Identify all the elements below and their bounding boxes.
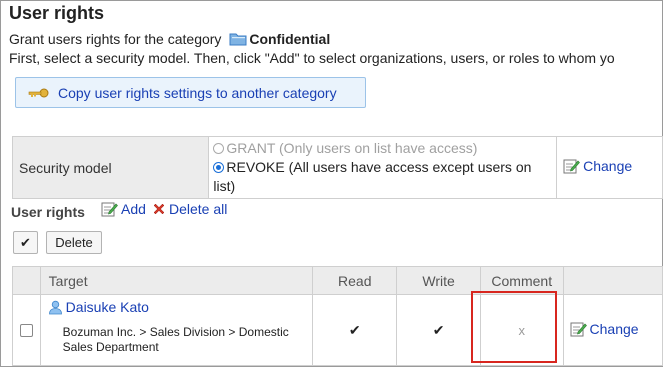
- comment-cell: x: [480, 294, 564, 366]
- edit-icon: [570, 322, 587, 336]
- security-change-label: Change: [583, 158, 633, 174]
- security-model-table: Security model GRANT (Only users on list…: [11, 136, 663, 199]
- read-cell: ✔: [312, 294, 398, 366]
- header-write: Write: [396, 266, 481, 295]
- user-department: Bozuman Inc. > Sales Division > Domestic…: [62, 325, 289, 354]
- grant-description: Grant users rights for the category Conf…: [9, 31, 330, 47]
- header-actions: [562, 266, 663, 295]
- add-icon: [101, 202, 118, 217]
- target-cell: Daisuke Kato Bozuman Inc. > Sales Divisi…: [39, 294, 314, 366]
- instruction-text: First, select a security model. Then, cl…: [9, 50, 615, 66]
- grant-option[interactable]: GRANT (Only users on list have access): [213, 139, 552, 158]
- select-all-button[interactable]: ✔: [13, 231, 38, 254]
- category-name: Confidential: [249, 31, 331, 47]
- add-link[interactable]: Add: [101, 201, 146, 217]
- copy-rights-button[interactable]: Copy user rights settings to another cat…: [15, 77, 366, 108]
- revoke-radio[interactable]: [213, 162, 225, 173]
- row-change-label: Change: [589, 320, 639, 337]
- user-rights-table: Target Read Write Comment Daisuke Kato B…: [12, 266, 663, 366]
- copy-rights-label: Copy user rights settings to another cat…: [58, 84, 337, 101]
- user-rights-heading: User rights: [11, 204, 85, 220]
- security-options: GRANT (Only users on list have access) R…: [208, 136, 558, 199]
- folder-icon: [229, 33, 247, 46]
- page-title: User rights: [9, 3, 105, 23]
- header-comment: Comment: [480, 266, 564, 295]
- delete-button[interactable]: Delete: [46, 231, 102, 254]
- row-select-cell: [12, 294, 41, 366]
- security-model-label: Security model: [11, 136, 210, 199]
- user-link[interactable]: Daisuke Kato: [41, 299, 313, 315]
- add-label: Add: [121, 201, 146, 217]
- security-change-link[interactable]: Change: [563, 158, 632, 174]
- delete-all-label: Delete all: [169, 201, 228, 217]
- header-target: Target: [39, 266, 314, 295]
- grant-prefix: Grant users rights for the category: [9, 31, 222, 47]
- row-checkbox[interactable]: [19, 323, 33, 337]
- grant-radio[interactable]: [213, 143, 225, 154]
- table-row: Daisuke Kato Bozuman Inc. > Sales Divisi…: [12, 294, 663, 366]
- grant-option-label: GRANT (Only users on list have access): [226, 140, 478, 156]
- user-name: Daisuke Kato: [65, 299, 149, 315]
- table-header: Target Read Write Comment: [12, 266, 663, 295]
- delete-all-link[interactable]: Delete all: [152, 201, 227, 217]
- row-change-link[interactable]: Change: [570, 321, 639, 337]
- key-icon: [28, 88, 49, 97]
- delete-all-icon: [153, 203, 165, 215]
- row-change-cell: Change: [562, 294, 663, 366]
- write-cell: ✔: [396, 294, 481, 366]
- header-read: Read: [312, 266, 398, 295]
- edit-icon: [563, 159, 581, 174]
- revoke-option-label: REVOKE (All users have access except use…: [213, 159, 532, 194]
- security-change-cell: Change: [556, 136, 663, 199]
- header-select: [12, 266, 41, 295]
- revoke-option[interactable]: REVOKE (All users have access except use…: [213, 158, 552, 196]
- user-icon: [48, 300, 62, 314]
